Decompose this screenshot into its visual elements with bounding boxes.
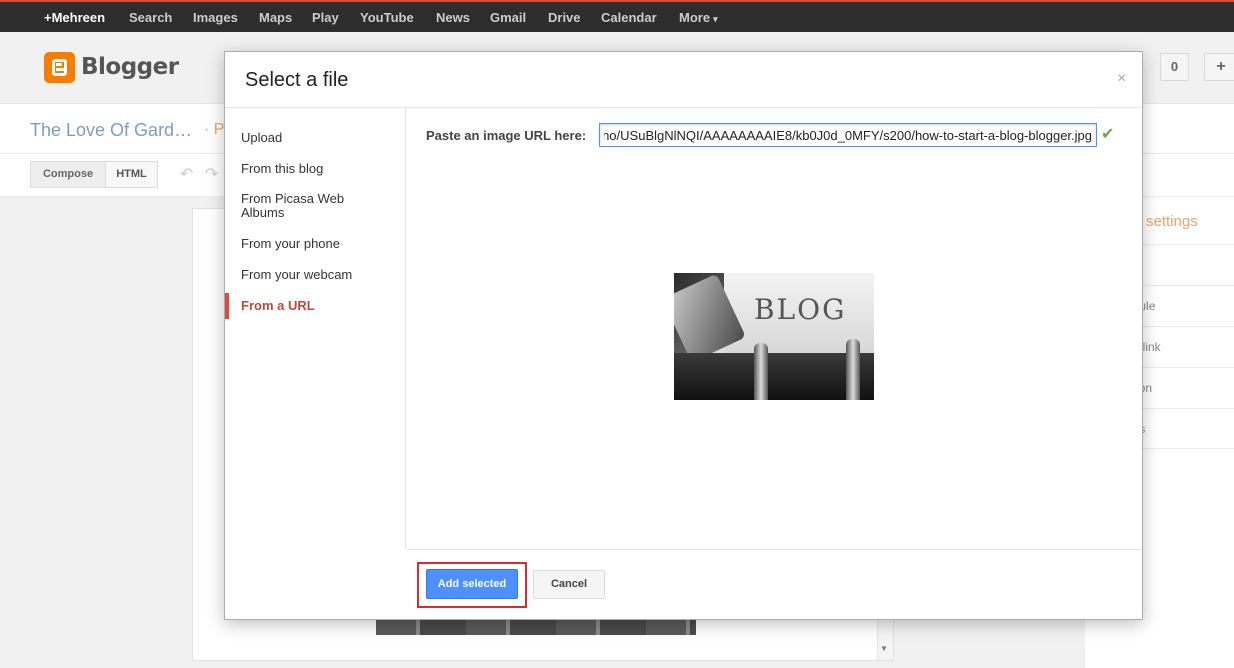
blog-title-link[interactable]: The Love Of Gard… [30, 120, 192, 141]
html-mode-button[interactable]: HTML [105, 161, 158, 188]
dialog-title: Select a file [245, 69, 349, 91]
nav-item-from-this-blog[interactable]: From this blog [225, 162, 405, 176]
source-nav: Upload From this blog From Picasa Web Al… [225, 108, 406, 549]
blogger-logo-icon[interactable] [44, 52, 75, 83]
nav-item-upload[interactable]: Upload [225, 131, 405, 145]
breadcrumb: · P [204, 121, 225, 138]
nav-item-from-webcam[interactable]: From your webcam [225, 268, 405, 282]
post-image-thumbnail [376, 620, 696, 635]
cancel-button[interactable]: Cancel [533, 570, 605, 599]
app-name: Blogger [81, 54, 179, 80]
image-url-input[interactable] [599, 123, 1097, 147]
gbar-play-link[interactable]: Play [312, 10, 339, 25]
editor-scrollbar[interactable] [877, 618, 893, 660]
gbar-more-menu[interactable]: More ▾ [679, 10, 718, 25]
checkmark-icon: ✔ [1101, 126, 1115, 143]
scroll-down-icon[interactable]: ▼ [880, 644, 888, 653]
gbar-news-link[interactable]: News [436, 10, 470, 25]
nav-item-from-phone[interactable]: From your phone [225, 237, 405, 251]
gbar-calendar-link[interactable]: Calendar [601, 10, 657, 25]
google-bar: +Mehreen Search Images Maps Play YouTube… [0, 0, 1234, 32]
nav-item-from-url[interactable]: From a URL [225, 293, 405, 319]
gbar-youtube-link[interactable]: YouTube [360, 10, 414, 25]
gbar-gmail-link[interactable]: Gmail [490, 10, 526, 25]
gbar-drive-link[interactable]: Drive [548, 10, 581, 25]
notification-count-button[interactable]: 0 [1160, 53, 1189, 81]
share-button[interactable]: + [1204, 53, 1234, 81]
gbar-maps-link[interactable]: Maps [259, 10, 292, 25]
post-settings-heading: settings [1146, 213, 1198, 230]
gbar-search-link[interactable]: Search [129, 10, 172, 25]
chevron-down-icon: ▾ [713, 14, 718, 24]
preview-word: BLOG [754, 293, 847, 326]
close-icon[interactable]: × [1117, 70, 1126, 88]
undo-icon[interactable]: ↶ [180, 164, 193, 184]
nav-item-picasa[interactable]: From Picasa Web Albums [225, 192, 365, 220]
add-selected-button[interactable]: Add selected [426, 569, 518, 599]
gbar-profile-link[interactable]: +Mehreen [44, 10, 105, 25]
url-field-label: Paste an image URL here: [426, 128, 587, 143]
dialog-footer-divider [406, 549, 1142, 550]
select-file-dialog: Select a file × Upload From this blog Fr… [224, 51, 1143, 620]
gbar-more-label: More [679, 10, 711, 25]
gbar-images-link[interactable]: Images [193, 10, 238, 25]
compose-mode-button[interactable]: Compose [30, 161, 106, 188]
image-preview: BLOG [674, 273, 874, 400]
redo-icon[interactable]: ↷ [205, 164, 218, 184]
